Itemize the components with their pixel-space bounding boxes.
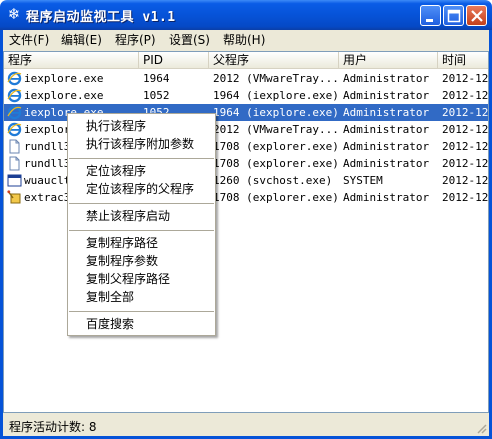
cell-user: Administrator (343, 72, 430, 85)
column-header-user[interactable]: 用户 (339, 52, 438, 69)
cell-user: Administrator (343, 106, 430, 119)
file-icon (7, 139, 22, 154)
context-menu: 执行该程序 执行该程序附加参数 定位该程序 定位该程序的父程序 禁止该程序启动 复制程序路… (67, 113, 216, 336)
minimize-icon (426, 19, 433, 22)
window-title: 程序启动监视工具 v1.1 (26, 10, 176, 25)
context-menu-separator (69, 158, 214, 159)
status-bar: 程序活动计数: 8 (3, 415, 489, 436)
cell-time: 2012-12- (442, 89, 489, 102)
cell-time: 2012-12- (442, 157, 489, 170)
cell-time: 2012-12- (442, 174, 489, 187)
file-icon (7, 156, 22, 171)
cell-time: 2012-12- (442, 72, 489, 85)
context-menu-item[interactable]: 定位该程序的父程序 (68, 181, 215, 198)
cell-parent: 2012 (VMwareTray.... (213, 72, 338, 85)
cell-parent: 1964 (iexplore.exe) (213, 89, 338, 102)
context-menu-item[interactable]: 执行该程序附加参数 (68, 136, 215, 153)
cell-user: Administrator (343, 140, 430, 153)
cell-user: Administrator (343, 157, 430, 170)
context-menu-item[interactable]: 复制程序路径 (68, 235, 215, 252)
ie-icon (7, 105, 22, 120)
cell-time: 2012-12- (442, 140, 489, 153)
context-menu-item[interactable]: 复制父程序路径 (68, 271, 215, 288)
window-icon (7, 173, 22, 188)
table-row[interactable]: iexplore.exe 1052 1964 (iexplore.exe) Admin… (4, 87, 489, 104)
cell-user: Administrator (343, 89, 430, 102)
table-row[interactable]: iexplore.exe 1964 2012 (VMwareTray.... Admi… (4, 70, 489, 87)
cell-user: Administrator (343, 123, 430, 136)
cell-pid: 1964 (143, 72, 170, 85)
maximize-icon (447, 9, 461, 23)
ie-icon (7, 122, 22, 137)
cell-parent: 1708 (explorer.exe) (213, 140, 338, 153)
cell-pid: 1052 (143, 89, 170, 102)
resize-grip-icon[interactable] (475, 422, 487, 434)
cell-program: iexplore.exe (24, 72, 104, 85)
menu-help[interactable]: 帮助(H) (223, 32, 265, 48)
menu-program[interactable]: 程序(P) (115, 32, 156, 48)
title-bar[interactable]: ❄ 程序启动监视工具 v1.1 (0, 0, 492, 30)
cell-user: SYSTEM (343, 174, 383, 187)
cell-parent: 1260 (svchost.exe) (213, 174, 333, 187)
extract-icon (7, 190, 22, 205)
close-button[interactable] (466, 5, 487, 26)
menu-bar: 文件(F) 编辑(E) 程序(P) 设置(S) 帮助(H) (3, 30, 489, 50)
context-menu-separator (69, 230, 214, 231)
snowflake-icon: ❄ (7, 5, 21, 23)
menu-edit[interactable]: 编辑(E) (61, 32, 102, 48)
cell-time: 2012-12- (442, 106, 489, 119)
status-text: 程序活动计数: 8 (9, 420, 97, 434)
context-menu-item[interactable]: 百度搜索 (68, 316, 215, 333)
ie-icon (7, 88, 22, 103)
context-menu-item[interactable]: 禁止该程序启动 (68, 208, 215, 225)
cell-parent: 1964 (iexplore.exe) (213, 106, 338, 119)
maximize-button[interactable] (443, 5, 464, 26)
cell-program: iexplore.exe (24, 89, 104, 102)
menu-file[interactable]: 文件(F) (9, 32, 49, 48)
minimize-button[interactable] (420, 5, 441, 26)
column-header-parent[interactable]: 父程序 (209, 52, 339, 69)
menu-settings[interactable]: 设置(S) (169, 32, 210, 48)
cell-user: Administrator (343, 191, 430, 204)
cell-time: 2012-12- (442, 191, 489, 204)
column-header-pid[interactable]: PID (139, 52, 209, 69)
ie-icon (7, 71, 22, 86)
close-icon (471, 10, 483, 22)
list-header: 程序 PID 父程序 用户 时间 (4, 52, 488, 69)
column-header-program[interactable]: 程序 (4, 52, 139, 69)
cell-parent: 2012 (VMwareTray.... (213, 123, 338, 136)
cell-time: 2012-12- (442, 123, 489, 136)
column-header-time[interactable]: 时间 (438, 52, 488, 69)
cell-parent: 1708 (explorer.exe) (213, 157, 338, 170)
cell-parent: 1708 (explorer.exe) (213, 191, 338, 204)
context-menu-item[interactable]: 执行该程序 (68, 118, 215, 135)
context-menu-item[interactable]: 复制程序参数 (68, 253, 215, 270)
context-menu-item[interactable]: 定位该程序 (68, 163, 215, 180)
context-menu-separator (69, 203, 214, 204)
context-menu-item[interactable]: 复制全部 (68, 289, 215, 306)
context-menu-separator (69, 311, 214, 312)
